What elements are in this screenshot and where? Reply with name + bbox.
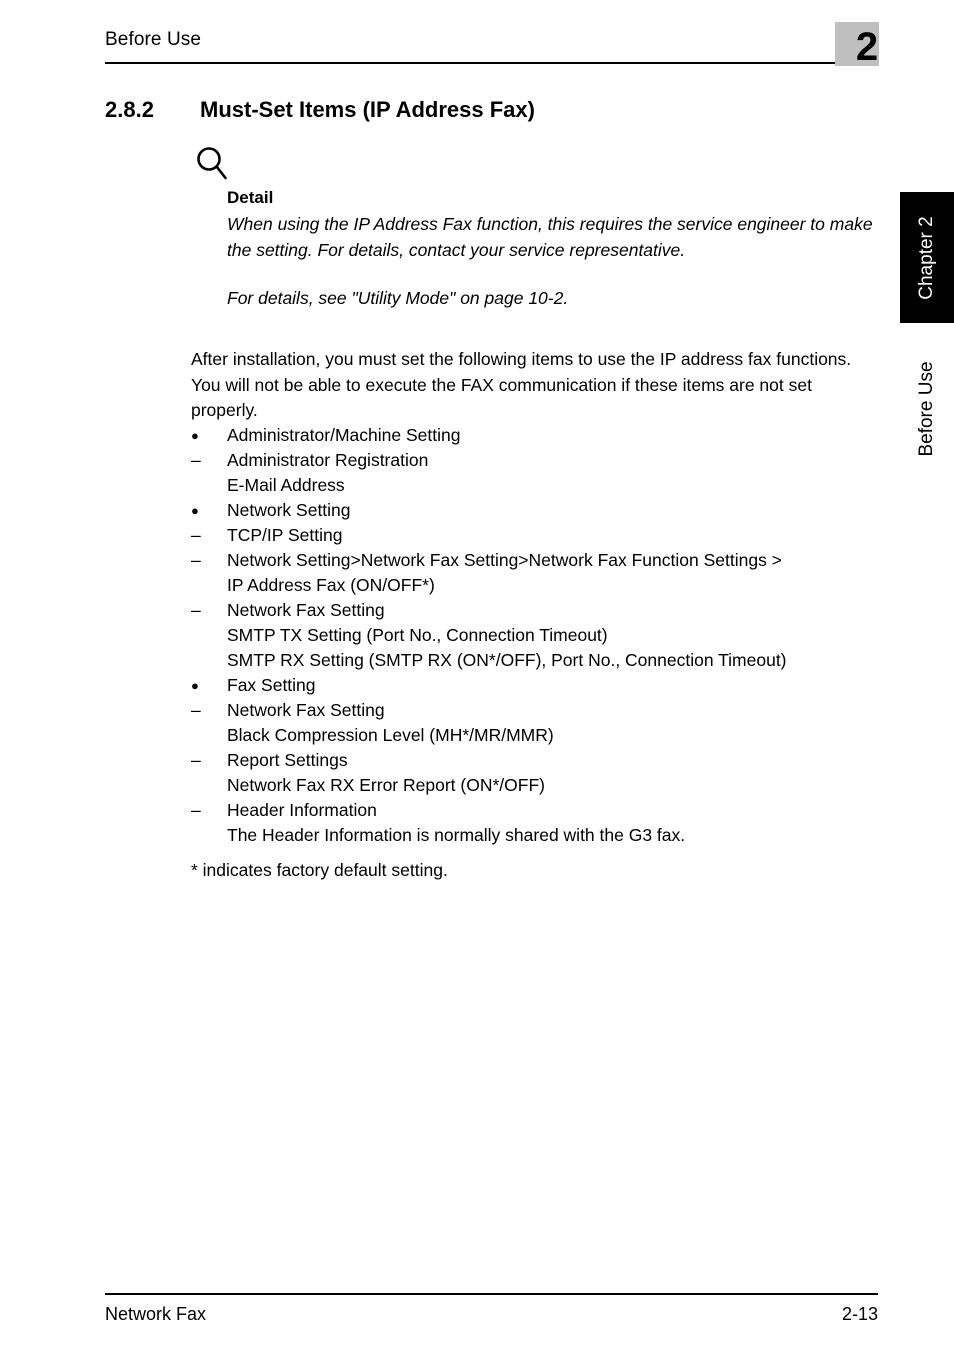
footer-page-number: 2-13 xyxy=(841,1304,878,1324)
list-item-label: The Header Information is normally share… xyxy=(227,825,686,845)
footnote: * indicates factory default setting. xyxy=(191,860,448,880)
footer-divider xyxy=(105,1293,878,1295)
list-item: – Network Setting>Network Fax Setting>Net… xyxy=(191,548,891,573)
list-item: ● Network Setting xyxy=(191,498,891,523)
must-set-items-list: ● Administrator/Machine Setting – Administr… xyxy=(191,423,891,848)
bullet-marker-icon: ● xyxy=(191,428,199,443)
dash-marker-icon: – xyxy=(191,550,201,570)
sidebar-tab-section-label: Before Use xyxy=(916,360,937,457)
list-item: The Header Information is normally share… xyxy=(191,823,891,848)
document-page: Before Use 2 2.8.2 Must-Set Items (IP Add… xyxy=(0,0,954,1352)
list-item: – Report Settings xyxy=(191,748,891,773)
bullet-marker-icon: ● xyxy=(191,503,199,518)
list-item-label: Network Setting xyxy=(227,500,351,520)
list-item-label: Network Fax RX Error Report (ON*/OFF) xyxy=(227,775,545,795)
list-item: – Administrator Registration xyxy=(191,448,891,473)
list-item-label: E-Mail Address xyxy=(227,475,345,495)
list-item: – TCP/IP Setting xyxy=(191,523,891,548)
list-item: Black Compression Level (MH*/MR/MMR) xyxy=(191,723,891,748)
list-item-label: SMTP TX Setting (Port No., Connection Ti… xyxy=(227,625,608,645)
list-item-label: Network Setting>Network Fax Setting>Netw… xyxy=(227,550,782,570)
list-item: – Network Fax Setting xyxy=(191,598,891,623)
header-title: Before Use xyxy=(105,29,202,50)
detail-note-paragraph-2: For details, see "Utility Mode" on page … xyxy=(227,288,569,308)
dash-marker-icon: – xyxy=(191,600,201,620)
header-divider xyxy=(105,62,878,64)
list-item: ● Administrator/Machine Setting xyxy=(191,423,891,448)
list-item: E-Mail Address xyxy=(191,473,891,498)
sidebar-tab-chapter: Chapter 2 xyxy=(900,192,954,323)
footer-document-title: Network Fax xyxy=(105,1304,207,1324)
dash-marker-icon: – xyxy=(191,750,201,770)
bullet-marker-icon: ● xyxy=(191,678,199,693)
sidebar-tab-chapter-label: Chapter 2 xyxy=(916,215,937,300)
list-item-label: Report Settings xyxy=(227,750,348,770)
list-item-label: SMTP RX Setting (SMTP RX (ON*/OFF), Port… xyxy=(227,650,787,670)
list-item-label: Fax Setting xyxy=(227,675,316,695)
list-item: SMTP RX Setting (SMTP RX (ON*/OFF), Port… xyxy=(191,648,891,673)
section-number: 2.8.2 xyxy=(105,97,154,122)
dash-marker-icon: – xyxy=(191,800,201,820)
dash-marker-icon: – xyxy=(191,525,201,545)
list-item: – Network Fax Setting xyxy=(191,698,891,723)
chapter-number: 2 xyxy=(855,25,879,69)
list-item-label: TCP/IP Setting xyxy=(227,525,343,545)
list-item-label: Administrator Registration xyxy=(227,450,429,470)
page-title: 2.8.2 Must-Set Items (IP Address Fax) xyxy=(105,96,535,124)
list-item-label: IP Address Fax (ON/OFF*) xyxy=(227,575,435,595)
list-item: ● Fax Setting xyxy=(191,673,891,698)
list-item: – Header Information xyxy=(191,798,891,823)
section-title: Must-Set Items (IP Address Fax) xyxy=(200,97,535,122)
page-header: Before Use xyxy=(105,28,878,70)
detail-note-paragraph-1: When using the IP Address Fax function, … xyxy=(227,214,873,260)
list-item-label: Administrator/Machine Setting xyxy=(227,425,461,445)
list-item-label: Header Information xyxy=(227,800,377,820)
list-item: Network Fax RX Error Report (ON*/OFF) xyxy=(191,773,891,798)
list-item: IP Address Fax (ON/OFF*) xyxy=(191,573,891,598)
list-item-label: Network Fax Setting xyxy=(227,600,385,620)
detail-note: Detail When using the IP Address Fax fun… xyxy=(227,185,887,311)
dash-marker-icon: – xyxy=(191,450,201,470)
body-intro-paragraph: After installation, you must set the fol… xyxy=(191,349,852,420)
list-item-label: Black Compression Level (MH*/MR/MMR) xyxy=(227,725,554,745)
list-item: SMTP TX Setting (Port No., Connection Ti… xyxy=(191,623,891,648)
dash-marker-icon: – xyxy=(191,700,201,720)
magnifier-icon xyxy=(196,146,230,184)
list-item-label: Network Fax Setting xyxy=(227,700,385,720)
sidebar-tab-section: Before Use xyxy=(900,336,954,481)
detail-note-title: Detail xyxy=(227,188,274,207)
